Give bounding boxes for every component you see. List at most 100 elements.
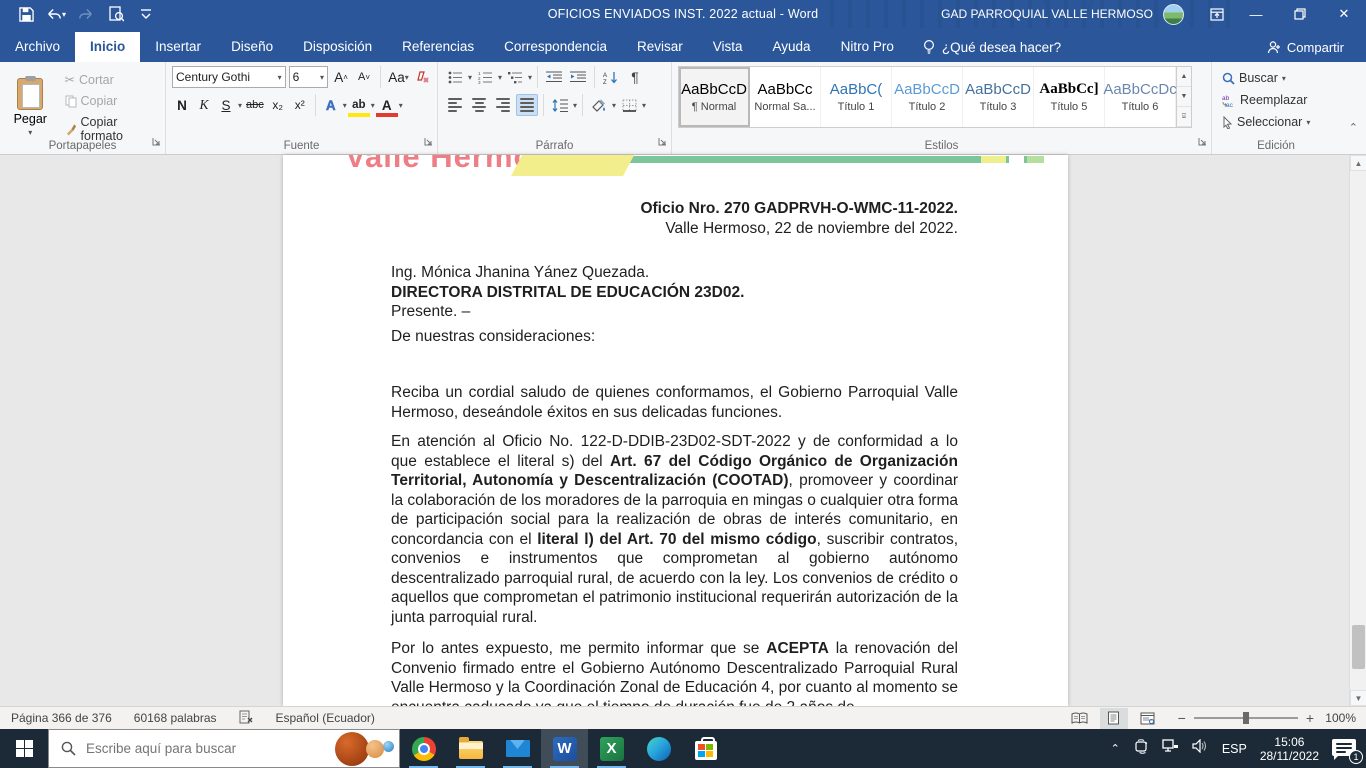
tab-archivo[interactable]: Archivo xyxy=(0,32,75,62)
share-button[interactable]: Compartir xyxy=(1267,32,1366,62)
vertical-scrollbar[interactable]: ▲ ▼ xyxy=(1349,155,1366,706)
underline-caret-icon[interactable]: ▾ xyxy=(238,101,242,110)
undo-icon[interactable]: ▾ xyxy=(46,4,66,24)
find-button[interactable]: Buscar ▾ xyxy=(1218,69,1336,87)
taskbar-app-explorer[interactable] xyxy=(447,729,494,768)
tab-ayuda[interactable]: Ayuda xyxy=(758,32,826,62)
highlight-button[interactable]: ab xyxy=(347,94,370,117)
align-right-button[interactable] xyxy=(492,94,514,116)
network-icon[interactable] xyxy=(1162,738,1179,759)
sync-icon[interactable]: α xyxy=(1133,738,1149,759)
minimize-button[interactable]: — xyxy=(1234,0,1278,28)
align-left-button[interactable] xyxy=(444,94,466,116)
parrafo-dialog-launcher-icon[interactable] xyxy=(658,133,667,151)
tab-referencias[interactable]: Referencias xyxy=(387,32,489,62)
volume-icon[interactable] xyxy=(1192,738,1209,758)
justify-button[interactable] xyxy=(516,94,538,116)
text-effects-button[interactable]: A xyxy=(321,94,341,116)
numbering-caret-icon[interactable]: ▾ xyxy=(498,73,502,82)
style-titulo-3[interactable]: AaBbCcD Título 3 xyxy=(963,67,1034,127)
tell-me-box[interactable]: ¿Qué desea hacer? xyxy=(909,32,1075,62)
search-highlight-icon[interactable] xyxy=(333,731,397,766)
clear-formatting-button[interactable] xyxy=(413,66,433,88)
shading-button[interactable] xyxy=(588,94,610,116)
styles-scroll-up-icon[interactable]: ▲ xyxy=(1177,67,1191,87)
taskbar-app-mail[interactable] xyxy=(494,729,541,768)
numbering-button[interactable]: 123 xyxy=(474,66,496,88)
scroll-down-icon[interactable]: ▼ xyxy=(1350,690,1366,706)
text-effects-caret-icon[interactable]: ▾ xyxy=(343,101,347,110)
decrease-indent-button[interactable] xyxy=(543,66,565,88)
styles-more-icon[interactable]: ⍌ xyxy=(1177,107,1191,127)
taskbar-app-excel[interactable]: X xyxy=(588,729,635,768)
style-titulo-6[interactable]: AaBbCcDc Título 6 xyxy=(1103,67,1177,127)
highlight-caret-icon[interactable]: ▾ xyxy=(371,101,375,110)
bullets-caret-icon[interactable]: ▾ xyxy=(468,73,472,82)
letter-content[interactable]: Oficio Nro. 270 GADPRVH-O-WMC-11-2022. V… xyxy=(391,155,958,706)
paste-button[interactable]: Pegar ▾ xyxy=(6,66,55,145)
proofing-error-icon[interactable] xyxy=(228,710,265,727)
multilevel-caret-icon[interactable]: ▾ xyxy=(528,73,532,82)
strikethrough-button[interactable]: abc xyxy=(244,94,266,116)
change-case-button[interactable]: Aa ▾ xyxy=(387,66,410,88)
print-layout-button[interactable] xyxy=(1099,707,1128,729)
search-input[interactable] xyxy=(86,741,326,756)
increase-indent-button[interactable] xyxy=(567,66,589,88)
zoom-slider-thumb[interactable] xyxy=(1242,712,1249,724)
taskbar-app-store[interactable] xyxy=(682,729,729,768)
taskbar-search[interactable] xyxy=(48,729,400,768)
read-mode-button[interactable] xyxy=(1066,708,1094,729)
tab-disposicion[interactable]: Disposición xyxy=(288,32,387,62)
zoom-in-button[interactable]: + xyxy=(1306,710,1314,726)
style-titulo-2[interactable]: AaBbCcD Título 2 xyxy=(892,67,963,127)
superscript-button[interactable]: x² xyxy=(290,94,310,116)
collapse-ribbon-icon[interactable]: ⌃ xyxy=(1349,121,1358,134)
align-center-button[interactable] xyxy=(468,94,490,116)
account-name[interactable]: GAD PARROQUIAL VALLE HERMOSO xyxy=(941,7,1153,21)
estilos-dialog-launcher-icon[interactable] xyxy=(1198,133,1207,151)
italic-button[interactable]: K xyxy=(194,94,214,116)
tab-revisar[interactable]: Revisar xyxy=(622,32,698,62)
close-button[interactable]: ✕ xyxy=(1322,0,1366,28)
print-preview-icon[interactable] xyxy=(106,4,126,24)
underline-button[interactable]: S xyxy=(216,94,236,116)
tab-correspondencia[interactable]: Correspondencia xyxy=(489,32,622,62)
copy-button[interactable]: Copiar xyxy=(61,92,161,110)
tab-vista[interactable]: Vista xyxy=(698,32,758,62)
restore-button[interactable] xyxy=(1278,0,1322,28)
zoom-out-button[interactable]: − xyxy=(1178,710,1186,726)
font-color-caret-icon[interactable]: ▾ xyxy=(399,101,403,110)
font-size-combo[interactable]: 6 ▾ xyxy=(288,66,329,88)
style-titulo-5[interactable]: AaBbCc] Título 5 xyxy=(1034,67,1105,127)
multilevel-list-button[interactable] xyxy=(504,66,526,88)
ribbon-display-options-icon[interactable] xyxy=(1200,0,1234,28)
styles-scroll-down-icon[interactable]: ▼ xyxy=(1177,87,1191,107)
zoom-level[interactable]: 100% xyxy=(1322,711,1356,725)
portapapeles-dialog-launcher-icon[interactable] xyxy=(152,133,161,151)
web-layout-button[interactable] xyxy=(1134,708,1162,729)
tab-nitro-pro[interactable]: Nitro Pro xyxy=(826,32,909,62)
taskbar-app-word[interactable]: W xyxy=(541,729,588,768)
bold-button[interactable]: N xyxy=(172,94,192,116)
language-badge[interactable]: ESP xyxy=(1222,742,1247,756)
word-count[interactable]: 60168 palabras xyxy=(123,711,228,725)
line-spacing-button[interactable] xyxy=(549,94,571,116)
select-button[interactable]: Seleccionar ▾ xyxy=(1218,113,1336,131)
customize-qat-icon[interactable] xyxy=(136,4,156,24)
font-color-button[interactable]: A xyxy=(375,94,398,117)
tab-insertar[interactable]: Insertar xyxy=(140,32,216,62)
language-indicator[interactable]: Español (Ecuador) xyxy=(265,711,386,725)
grow-font-button[interactable]: A ˄ xyxy=(331,66,351,88)
scrollbar-thumb[interactable] xyxy=(1352,625,1365,669)
document-page[interactable]: Valle Hermoso Oficio Nro. 270 GADPRVH-O-… xyxy=(283,155,1068,706)
show-marks-button[interactable]: ¶ xyxy=(624,66,646,88)
taskbar-app-edge[interactable] xyxy=(635,729,682,768)
bullets-button[interactable] xyxy=(444,66,466,88)
zoom-slider[interactable] xyxy=(1193,712,1298,724)
font-family-combo[interactable]: Century Gothi ▾ xyxy=(172,66,286,88)
subscript-button[interactable]: x₂ xyxy=(268,94,288,116)
style-normal-sa[interactable]: AaBbCc Normal Sa... xyxy=(750,67,821,127)
style-titulo-1[interactable]: AaBbC(Título 1 xyxy=(821,67,892,127)
taskbar-app-chrome[interactable] xyxy=(400,729,447,768)
line-spacing-caret-icon[interactable]: ▾ xyxy=(573,101,577,110)
